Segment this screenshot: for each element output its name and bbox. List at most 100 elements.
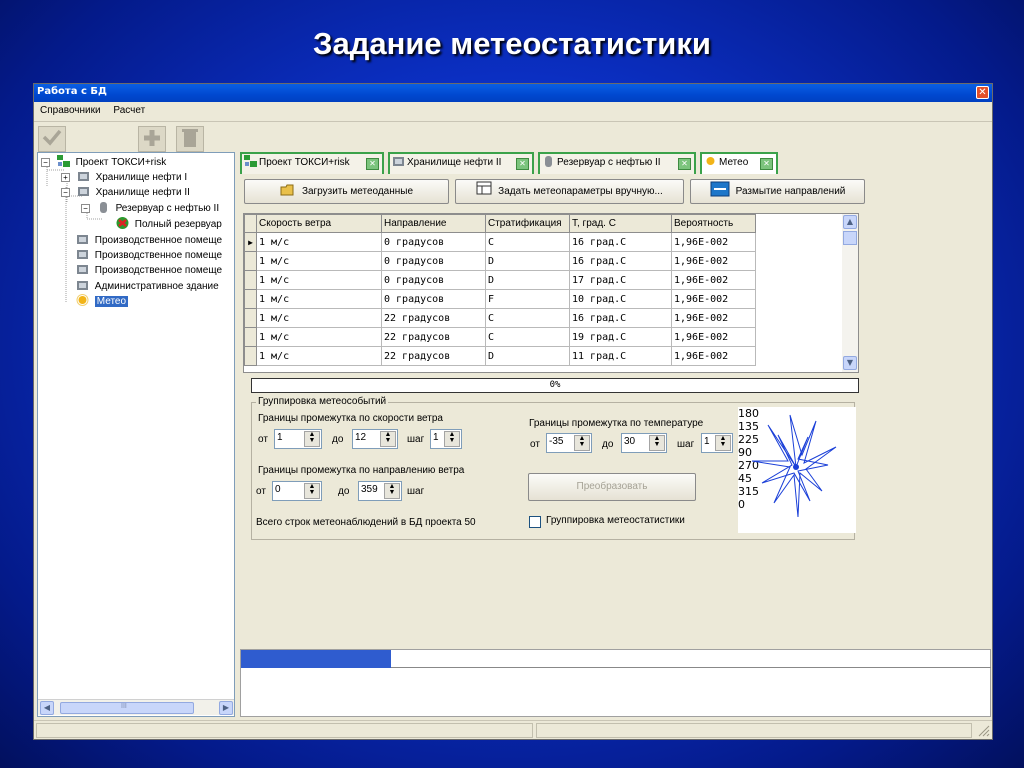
checkmark-icon[interactable] bbox=[38, 126, 66, 152]
tab-project[interactable]: Проект ТОКСИ+risk ✕ bbox=[240, 152, 384, 174]
tab-tank[interactable]: Резервуар с нефтью II ✕ bbox=[538, 152, 696, 174]
collapse-icon[interactable]: − bbox=[61, 188, 70, 197]
collapse-icon[interactable]: − bbox=[41, 158, 50, 167]
table-cell[interactable]: C bbox=[485, 327, 570, 347]
table-cell[interactable]: 1 м/с bbox=[256, 289, 382, 309]
row-indicator[interactable] bbox=[244, 270, 257, 290]
speed-to-stepper[interactable]: 12 ▲ ▼ bbox=[352, 429, 398, 449]
load-meteo-button[interactable]: Загрузить метеоданные bbox=[244, 179, 449, 204]
table-cell[interactable]: 22 градусов bbox=[381, 346, 486, 366]
tab-close-icon[interactable]: ✕ bbox=[366, 158, 379, 170]
manual-params-button[interactable]: Задать метеопараметры вручную... bbox=[455, 179, 684, 204]
table-cell[interactable]: 1 м/с bbox=[256, 251, 382, 271]
table-cell[interactable]: 0 градусов bbox=[381, 289, 486, 309]
tab-storage-2[interactable]: Хранилище нефти II ✕ bbox=[388, 152, 534, 174]
spin-arrows-icon[interactable]: ▲ ▼ bbox=[715, 435, 731, 451]
table-row[interactable]: 1 м/с 0 градусов D 16 град.C 1,96E-002 bbox=[244, 251, 756, 271]
column-header[interactable]: T, град. C bbox=[569, 214, 672, 233]
table-cell[interactable]: D bbox=[485, 346, 570, 366]
row-indicator[interactable] bbox=[244, 289, 257, 309]
tab-close-icon[interactable]: ✕ bbox=[516, 158, 529, 170]
menu-item-calculation[interactable]: Расчет bbox=[113, 105, 145, 116]
table-cell[interactable]: 0 градусов bbox=[381, 270, 486, 290]
table-cell[interactable]: 1,96E-002 bbox=[671, 232, 756, 252]
table-cell[interactable]: 1,96E-002 bbox=[671, 308, 756, 328]
table-cell[interactable]: 10 град.C bbox=[569, 289, 672, 309]
speed-step-stepper[interactable]: 1 ▲ ▼ bbox=[430, 429, 462, 449]
table-cell[interactable]: D bbox=[485, 270, 570, 290]
tree-node-storage-1[interactable]: + Хранилище нефти I bbox=[61, 170, 187, 184]
scroll-thumb[interactable]: III bbox=[60, 702, 194, 714]
table-cell[interactable]: 1,96E-002 bbox=[671, 346, 756, 366]
table-cell[interactable]: D bbox=[485, 251, 570, 271]
table-row[interactable]: 1 м/с 22 градусов C 19 град.C 1,96E-002 bbox=[244, 327, 756, 347]
table-cell[interactable]: 0 градусов bbox=[381, 251, 486, 271]
spin-arrows-icon[interactable]: ▲ ▼ bbox=[649, 435, 665, 451]
table-cell[interactable]: 19 град.C bbox=[569, 327, 672, 347]
close-icon[interactable]: ✕ bbox=[976, 86, 989, 99]
tree-horizontal-scrollbar[interactable]: ◀ III ▶ bbox=[38, 699, 234, 715]
spin-arrows-icon[interactable]: ▲ ▼ bbox=[384, 483, 400, 499]
table-cell[interactable]: 1 м/с bbox=[256, 346, 382, 366]
table-cell[interactable]: 16 град.C bbox=[569, 308, 672, 328]
temp-from-stepper[interactable]: -35 ▲ ▼ bbox=[546, 433, 592, 453]
spin-arrows-icon[interactable]: ▲ ▼ bbox=[304, 431, 320, 447]
blur-directions-button[interactable]: Размытие направлений bbox=[690, 179, 865, 204]
row-indicator[interactable] bbox=[244, 308, 257, 328]
scroll-right-icon[interactable]: ▶ bbox=[219, 701, 233, 715]
table-cell[interactable]: 1,96E-002 bbox=[671, 270, 756, 290]
grouping-checkbox[interactable] bbox=[529, 516, 541, 528]
column-header[interactable]: Вероятность bbox=[671, 214, 756, 233]
tree-node-full-tank[interactable]: Полный резервуар bbox=[116, 217, 222, 231]
grid-vertical-scrollbar[interactable]: ▲ ▼ bbox=[842, 214, 858, 372]
table-row[interactable]: 1 м/с 22 градусов C 16 град.C 1,96E-002 bbox=[244, 308, 756, 328]
tab-close-icon[interactable]: ✕ bbox=[678, 158, 691, 170]
trash-icon[interactable] bbox=[176, 126, 204, 152]
table-cell[interactable]: F bbox=[485, 289, 570, 309]
tree-node-project[interactable]: − Проект ТОКСИ+risk bbox=[41, 155, 166, 169]
scroll-down-icon[interactable]: ▼ bbox=[843, 356, 857, 370]
tree-node-building-1[interactable]: Производственное помеще bbox=[76, 233, 222, 247]
convert-button[interactable]: Преобразовать bbox=[528, 473, 696, 501]
table-cell[interactable]: 1,96E-002 bbox=[671, 251, 756, 271]
tree-node-building-3[interactable]: Производственное помеще bbox=[76, 263, 222, 277]
tab-meteo[interactable]: Метео ✕ bbox=[700, 152, 778, 174]
tree-node-storage-2[interactable]: − Хранилище нефти II bbox=[61, 185, 190, 199]
column-header[interactable]: Направление bbox=[381, 214, 486, 233]
temp-to-stepper[interactable]: 30 ▲ ▼ bbox=[621, 433, 667, 453]
spin-arrows-icon[interactable]: ▲ ▼ bbox=[304, 483, 320, 499]
resize-grip-icon[interactable] bbox=[978, 725, 990, 737]
table-cell[interactable]: 1 м/с bbox=[256, 232, 382, 252]
direction-from-stepper[interactable]: 0 ▲ ▼ bbox=[272, 481, 322, 501]
table-row[interactable]: ▶ 1 м/с 0 градусов C 16 град.C 1,96E-002 bbox=[244, 232, 756, 252]
table-cell[interactable]: 22 градусов bbox=[381, 308, 486, 328]
column-header[interactable]: Скорость ветра bbox=[256, 214, 382, 233]
plus-icon[interactable] bbox=[138, 126, 166, 152]
table-cell[interactable]: 1 м/с bbox=[256, 308, 382, 328]
spin-arrows-icon[interactable]: ▲ ▼ bbox=[444, 431, 460, 447]
table-cell[interactable]: 1,96E-002 bbox=[671, 327, 756, 347]
tree-node-meteo[interactable]: Метео bbox=[76, 294, 129, 308]
tree-node-tank[interactable]: − Резервуар с нефтью II bbox=[81, 201, 219, 215]
table-cell[interactable]: C bbox=[485, 308, 570, 328]
tab-close-icon[interactable]: ✕ bbox=[760, 158, 773, 170]
column-header[interactable]: Стратификация bbox=[485, 214, 570, 233]
row-indicator[interactable] bbox=[244, 251, 257, 271]
speed-from-stepper[interactable]: 1 ▲ ▼ bbox=[274, 429, 322, 449]
menu-item-references[interactable]: Справочники bbox=[40, 105, 101, 116]
current-row-icon[interactable]: ▶ bbox=[244, 232, 257, 252]
tree-node-building-2[interactable]: Производственное помеще bbox=[76, 248, 222, 262]
table-cell[interactable]: 11 град.C bbox=[569, 346, 672, 366]
scroll-thumb[interactable] bbox=[843, 231, 857, 245]
row-indicator[interactable] bbox=[244, 327, 257, 347]
expand-icon[interactable]: + bbox=[61, 173, 70, 182]
spin-arrows-icon[interactable]: ▲ ▼ bbox=[574, 435, 590, 451]
table-row[interactable]: 1 м/с 0 градусов D 17 град.C 1,96E-002 bbox=[244, 270, 756, 290]
table-cell[interactable]: 0 градусов bbox=[381, 232, 486, 252]
table-cell[interactable]: 1,96E-002 bbox=[671, 289, 756, 309]
table-cell[interactable]: 16 град.C bbox=[569, 232, 672, 252]
table-row[interactable]: 1 м/с 0 градусов F 10 град.C 1,96E-002 bbox=[244, 289, 756, 309]
spin-arrows-icon[interactable]: ▲ ▼ bbox=[380, 431, 396, 447]
direction-to-stepper[interactable]: 359 ▲ ▼ bbox=[358, 481, 402, 501]
tree-node-admin-building[interactable]: Административное здание bbox=[76, 279, 219, 293]
